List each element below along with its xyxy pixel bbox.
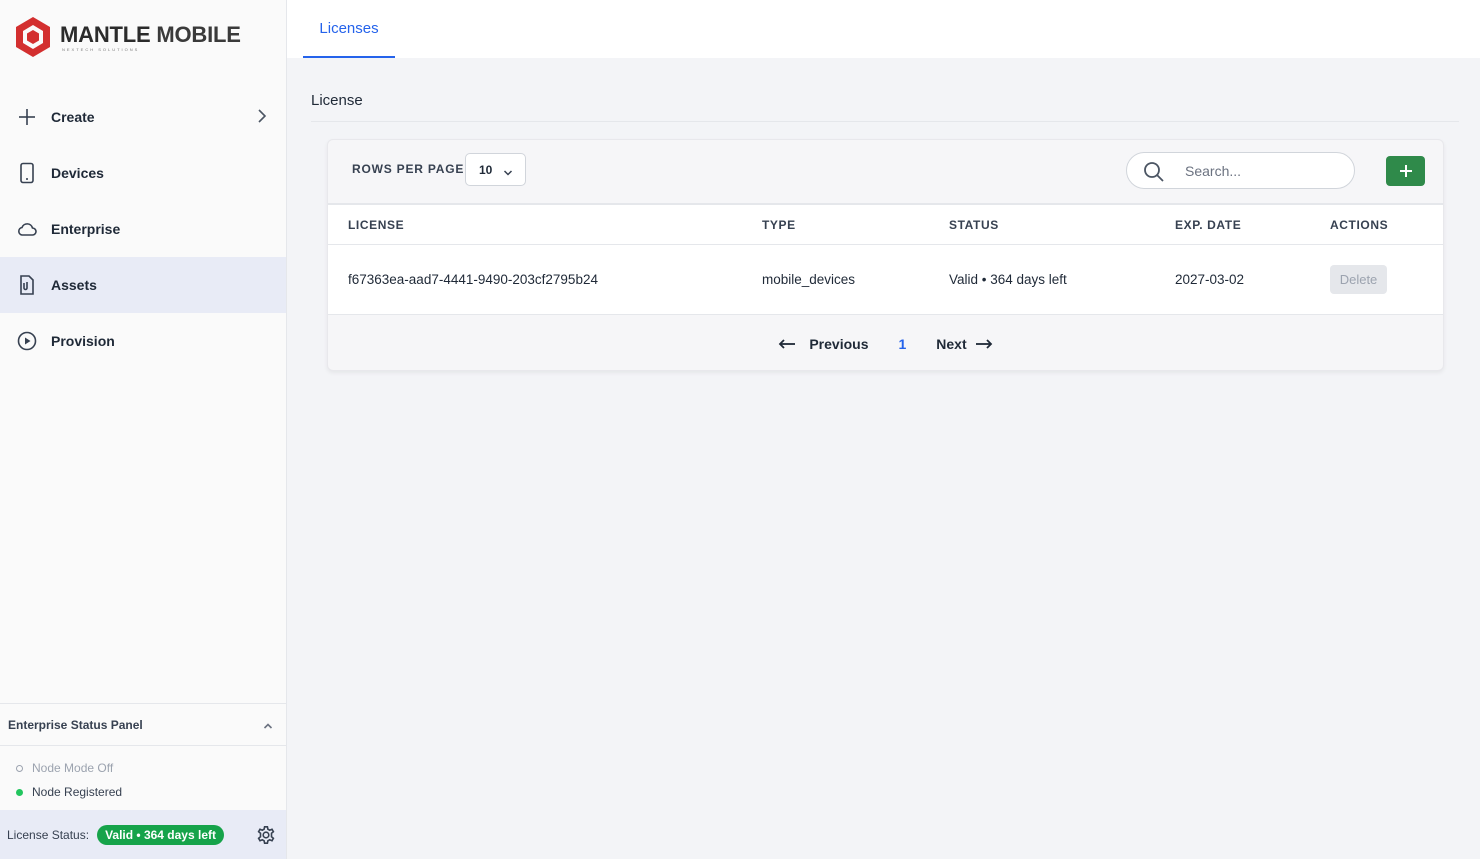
brand-logo[interactable]: MANTLE MOBILE NEXTECH SOLUTIONS	[14, 15, 241, 59]
sidebar-item-devices[interactable]: Devices	[0, 145, 286, 201]
brand-name-part1: MANTLE	[60, 21, 151, 47]
column-header-status[interactable]: STATUS	[949, 218, 999, 232]
arrow-left-icon	[779, 338, 796, 349]
smartphone-icon	[16, 162, 38, 184]
pagination: Previous 1 Next	[328, 316, 1443, 371]
column-header-actions: ACTIONS	[1330, 218, 1389, 232]
rows-per-page-label: ROWS PER PAGE:	[352, 162, 469, 176]
previous-label: Previous	[809, 335, 869, 352]
chevron-right-icon	[256, 106, 268, 126]
status-dot-icon	[16, 764, 23, 772]
sidebar-item-provision[interactable]: Provision	[0, 313, 286, 369]
column-header-type[interactable]: TYPE	[762, 218, 796, 232]
sidebar-item-label: Devices	[51, 165, 104, 181]
license-table: LICENSE TYPE STATUS EXP. DATE ACTIONS f6…	[328, 203, 1443, 315]
node-registered-label: Node Registered	[32, 785, 123, 799]
node-registered-status: Node Registered	[0, 780, 286, 804]
delete-button[interactable]: Delete	[1330, 265, 1387, 294]
brand-tagline: NEXTECH SOLUTIONS	[62, 46, 140, 52]
file-attachment-icon	[16, 274, 38, 296]
arrow-right-icon	[975, 338, 992, 349]
license-status-cell: Valid • 364 days left	[949, 272, 1067, 287]
add-license-button[interactable]	[1386, 156, 1425, 186]
sidebar-nav: Create Devices Enterprise Assets Provisi…	[0, 89, 286, 369]
search-input[interactable]	[1185, 161, 1345, 181]
next-page-button[interactable]: Next	[936, 336, 992, 352]
search-icon	[1143, 161, 1165, 183]
sidebar-item-create[interactable]: Create	[0, 89, 286, 145]
plus-icon	[16, 106, 38, 128]
node-mode-label: Node Mode Off	[32, 761, 114, 775]
plus-icon	[1399, 165, 1412, 177]
sidebar-item-label: Assets	[51, 277, 97, 293]
license-key-cell: f67363ea-aad7-4441-9490-203cf2795b24	[348, 272, 598, 287]
play-circle-icon	[16, 330, 38, 352]
page-title: License	[311, 92, 363, 109]
status-panel-header[interactable]: Enterprise Status Panel	[0, 704, 286, 746]
page-number[interactable]: 1	[898, 336, 906, 352]
node-mode-status: Node Mode Off	[0, 756, 286, 780]
rows-per-page-value: 10	[479, 162, 493, 177]
chevron-down-icon	[503, 166, 513, 176]
license-table-card: ROWS PER PAGE: 10 LICENSE TYPE STATUS EX…	[327, 139, 1444, 371]
previous-page-button[interactable]: Previous	[778, 336, 868, 352]
column-header-license[interactable]: LICENSE	[348, 218, 404, 232]
chevron-up-icon[interactable]	[262, 719, 274, 731]
sidebar-item-label: Create	[51, 109, 95, 125]
next-label: Next	[936, 335, 967, 352]
table-row: f67363ea-aad7-4441-9490-203cf2795b24 mob…	[328, 245, 1443, 315]
license-type-cell: mobile_devices	[762, 272, 856, 287]
status-panel-title: Enterprise Status Panel	[8, 717, 143, 732]
license-status-label: License Status:	[7, 827, 90, 842]
column-header-exp-date[interactable]: EXP. DATE	[1175, 218, 1241, 232]
hexagon-logo-icon	[16, 17, 50, 57]
license-exp-date-cell: 2027-03-02	[1175, 272, 1245, 287]
status-dot-icon	[16, 788, 23, 796]
cloud-icon	[16, 218, 38, 240]
brand-name-part2: MOBILE	[156, 21, 241, 47]
sidebar-item-enterprise[interactable]: Enterprise	[0, 201, 286, 257]
sidebar-item-label: Enterprise	[51, 221, 121, 237]
sidebar-item-label: Provision	[51, 333, 115, 349]
license-status-bar: License Status: Valid • 364 days left	[0, 810, 286, 859]
tab-licenses[interactable]: Licenses	[303, 0, 395, 58]
gear-icon[interactable]	[256, 825, 276, 845]
enterprise-status-panel: Enterprise Status Panel Node Mode Off No…	[0, 703, 286, 809]
search-box	[1126, 152, 1355, 189]
divider	[311, 121, 1459, 122]
sidebar-item-assets[interactable]: Assets	[0, 257, 286, 313]
tab-bar: Licenses	[287, 0, 1480, 58]
sidebar: MANTLE MOBILE NEXTECH SOLUTIONS Create D…	[0, 0, 287, 859]
rows-per-page-select[interactable]: 10	[465, 153, 526, 186]
table-header: LICENSE TYPE STATUS EXP. DATE ACTIONS	[328, 203, 1443, 245]
license-status-badge: Valid • 364 days left	[97, 824, 224, 845]
